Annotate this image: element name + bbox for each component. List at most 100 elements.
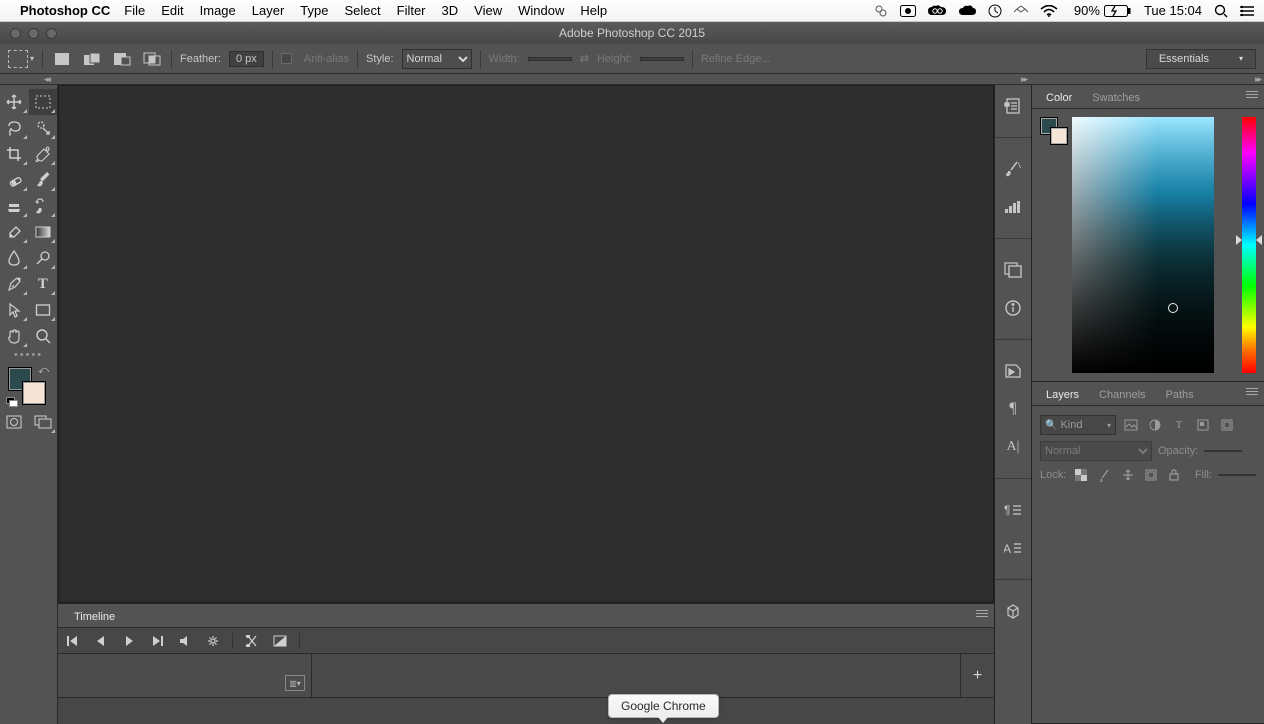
history-panel-icon[interactable] bbox=[1001, 95, 1025, 117]
menu-3d[interactable]: 3D bbox=[442, 3, 459, 18]
tab-timeline[interactable]: Timeline bbox=[64, 607, 125, 627]
layers-panel-menu-icon[interactable] bbox=[1246, 388, 1258, 395]
brush-tool[interactable] bbox=[29, 167, 58, 193]
spotlight-icon[interactable] bbox=[1214, 4, 1228, 18]
brush-presets-panel-icon[interactable] bbox=[1001, 196, 1025, 218]
tab-paths[interactable]: Paths bbox=[1156, 385, 1204, 405]
color-panel-bg-swatch[interactable] bbox=[1050, 127, 1068, 145]
move-tool[interactable] bbox=[0, 89, 29, 115]
paragraph-styles-panel-icon[interactable]: ¶ bbox=[1001, 499, 1025, 521]
tab-color[interactable]: Color bbox=[1036, 88, 1082, 108]
character-styles-panel-icon[interactable]: A bbox=[1001, 537, 1025, 559]
style-select[interactable]: Normal bbox=[402, 49, 472, 69]
selection-intersect-icon[interactable] bbox=[141, 50, 163, 68]
timeline-transition-icon[interactable] bbox=[271, 635, 289, 647]
status-cloud-icon[interactable] bbox=[958, 5, 976, 17]
collapse-tools-icon[interactable]: ◂◂ bbox=[44, 74, 49, 85]
timeline-add-track-button[interactable]: + bbox=[960, 654, 994, 697]
lock-all-icon[interactable] bbox=[1166, 467, 1183, 483]
3d-panel-icon[interactable] bbox=[1001, 600, 1025, 622]
menu-edit[interactable]: Edit bbox=[161, 3, 183, 18]
status-cc-icon[interactable] bbox=[928, 5, 946, 17]
status-record-icon[interactable] bbox=[900, 5, 916, 17]
pen-tool[interactable] bbox=[0, 271, 29, 297]
lock-transparency-icon[interactable] bbox=[1072, 467, 1089, 483]
menu-select[interactable]: Select bbox=[344, 3, 380, 18]
menu-view[interactable]: View bbox=[474, 3, 502, 18]
default-colors-icon[interactable] bbox=[6, 397, 18, 407]
selection-new-icon[interactable] bbox=[51, 50, 73, 68]
clone-stamp-tool[interactable] bbox=[0, 193, 29, 219]
menu-type[interactable]: Type bbox=[300, 3, 328, 18]
tab-layers[interactable]: Layers bbox=[1036, 385, 1089, 405]
swap-colors-icon[interactable]: ⤺ bbox=[38, 365, 49, 376]
filter-adjustment-icon[interactable] bbox=[1146, 417, 1164, 433]
eyedropper-tool[interactable] bbox=[29, 141, 58, 167]
healing-brush-tool[interactable] bbox=[0, 167, 29, 193]
notification-center-icon[interactable] bbox=[1240, 5, 1254, 17]
clone-source-panel-icon[interactable] bbox=[1001, 259, 1025, 281]
lock-artboard-icon[interactable] bbox=[1142, 467, 1159, 483]
layer-filter-type[interactable]: 🔍Kind▾ bbox=[1040, 415, 1116, 435]
feather-value[interactable]: 0 px bbox=[229, 51, 264, 67]
color-selector-cursor[interactable] bbox=[1168, 303, 1178, 313]
status-clock-icon[interactable] bbox=[988, 4, 1002, 18]
dodge-tool[interactable] bbox=[29, 245, 58, 271]
filter-pixel-icon[interactable] bbox=[1122, 417, 1140, 433]
hand-tool[interactable] bbox=[0, 323, 29, 349]
lock-pixels-icon[interactable] bbox=[1096, 467, 1113, 483]
canvas-area[interactable] bbox=[58, 85, 994, 603]
status-battery[interactable]: 90% bbox=[1070, 3, 1132, 18]
timeline-last-frame-icon[interactable] bbox=[148, 636, 166, 646]
collapse-iconstrip-icon[interactable]: ▸▸ bbox=[1021, 74, 1026, 85]
timeline-audio-icon[interactable] bbox=[176, 636, 194, 646]
menu-layer[interactable]: Layer bbox=[252, 3, 285, 18]
quickmask-tool[interactable] bbox=[0, 409, 29, 435]
color-panel-menu-icon[interactable] bbox=[1246, 91, 1258, 98]
lock-position-icon[interactable] bbox=[1119, 467, 1136, 483]
tab-channels[interactable]: Channels bbox=[1089, 385, 1155, 405]
menubar-clock[interactable]: Tue 15:04 bbox=[1144, 3, 1202, 18]
menu-help[interactable]: Help bbox=[580, 3, 607, 18]
brush-settings-panel-icon[interactable] bbox=[1001, 158, 1025, 180]
tab-swatches[interactable]: Swatches bbox=[1082, 88, 1150, 108]
timeline-settings-icon[interactable] bbox=[204, 635, 222, 647]
menu-window[interactable]: Window bbox=[518, 3, 564, 18]
filter-smartobj-icon[interactable] bbox=[1218, 417, 1236, 433]
color-panel-swatches[interactable] bbox=[1040, 117, 1068, 145]
background-swatch[interactable] bbox=[22, 381, 46, 405]
menu-file[interactable]: File bbox=[124, 3, 145, 18]
selection-add-icon[interactable] bbox=[81, 50, 103, 68]
selection-subtract-icon[interactable] bbox=[111, 50, 133, 68]
screenmode-tool[interactable] bbox=[29, 409, 58, 435]
workspace-switcher[interactable]: Essentials ▾ bbox=[1146, 49, 1256, 69]
info-panel-icon[interactable] bbox=[1001, 297, 1025, 319]
blur-tool[interactable] bbox=[0, 245, 29, 271]
quick-select-tool[interactable] bbox=[29, 115, 58, 141]
timeline-first-frame-icon[interactable] bbox=[64, 636, 82, 646]
lasso-tool[interactable] bbox=[0, 115, 29, 141]
history-brush-tool[interactable] bbox=[29, 193, 58, 219]
filter-type-icon[interactable]: T bbox=[1170, 417, 1188, 433]
status-dropbox-icon[interactable] bbox=[1014, 4, 1028, 18]
zoom-tool[interactable] bbox=[29, 323, 58, 349]
menu-image[interactable]: Image bbox=[200, 3, 236, 18]
path-select-tool[interactable] bbox=[0, 297, 29, 323]
status-sync-icon[interactable] bbox=[874, 4, 888, 18]
timeline-play-icon[interactable] bbox=[120, 636, 138, 646]
color-picker[interactable] bbox=[1072, 117, 1234, 373]
crop-tool[interactable] bbox=[0, 141, 29, 167]
timeline-frame-size-icon[interactable]: ▥▾ bbox=[285, 675, 305, 691]
paragraph-panel-icon[interactable]: ¶ bbox=[1001, 398, 1025, 420]
hue-slider[interactable] bbox=[1242, 117, 1256, 373]
gradient-tool[interactable] bbox=[29, 219, 58, 245]
actions-panel-icon[interactable] bbox=[1001, 360, 1025, 382]
filter-shape-icon[interactable] bbox=[1194, 417, 1212, 433]
timeline-panel-menu-icon[interactable] bbox=[976, 610, 988, 617]
rectangle-tool[interactable] bbox=[29, 297, 58, 323]
app-name[interactable]: Photoshop CC bbox=[20, 3, 110, 18]
color-field[interactable] bbox=[1072, 117, 1214, 373]
marquee-tool[interactable] bbox=[29, 89, 58, 115]
current-tool-indicator[interactable]: ▾ bbox=[8, 50, 34, 68]
character-panel-icon[interactable]: A| bbox=[1001, 436, 1025, 458]
